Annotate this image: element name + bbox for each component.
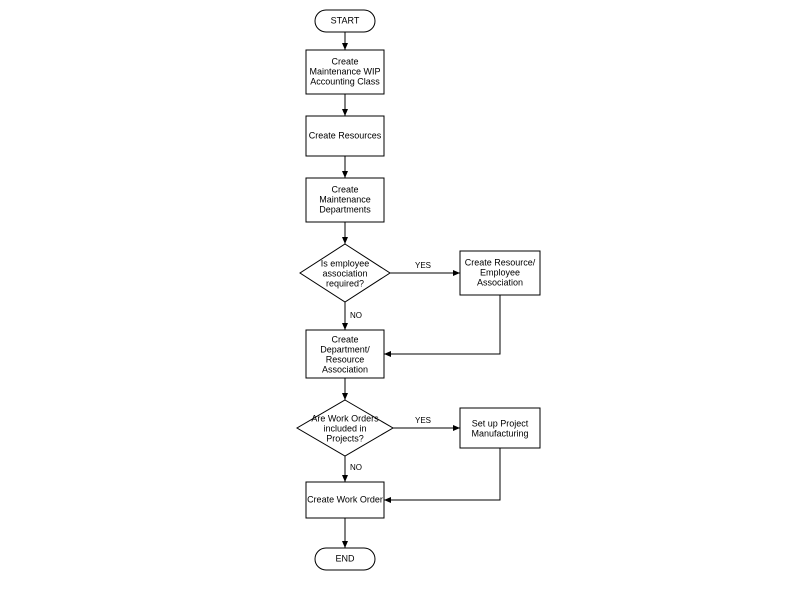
n5-label: Resource <box>326 354 365 364</box>
d1-label: association <box>322 268 367 278</box>
start-label: START <box>331 15 360 25</box>
n7-label: Create Work Order <box>307 494 383 504</box>
d1-label: required? <box>326 278 364 288</box>
edge <box>384 295 500 354</box>
flowchart: START Create Maintenance WIP Accounting … <box>0 0 800 600</box>
d2-label: Are Work Orders <box>311 413 379 423</box>
n6-label: Manufacturing <box>471 428 528 438</box>
n3-label: Create <box>331 184 358 194</box>
no-label: NO <box>350 463 362 472</box>
d2-label: Projects? <box>326 433 364 443</box>
end-label: END <box>335 553 355 563</box>
yes-label: YES <box>415 261 431 270</box>
n5-label: Create <box>331 334 358 344</box>
edge <box>384 448 500 500</box>
n3-label: Departments <box>319 204 371 214</box>
n5-label: Department/ <box>320 344 370 354</box>
n6-label: Set up Project <box>472 418 529 428</box>
n2-label: Create Resources <box>309 130 382 140</box>
n1-label: Maintenance WIP <box>309 66 380 76</box>
n1-label: Create <box>331 56 358 66</box>
d2-label: included in <box>323 423 366 433</box>
n4-label: Employee <box>480 267 520 277</box>
n3-label: Maintenance <box>319 194 371 204</box>
n5-label: Association <box>322 364 368 374</box>
yes-label: YES <box>415 416 431 425</box>
d1-label: Is employee <box>321 258 370 268</box>
no-label: NO <box>350 311 362 320</box>
n1-label: Accounting Class <box>310 76 380 86</box>
n4-label: Association <box>477 277 523 287</box>
n4-label: Create Resource/ <box>465 257 536 267</box>
